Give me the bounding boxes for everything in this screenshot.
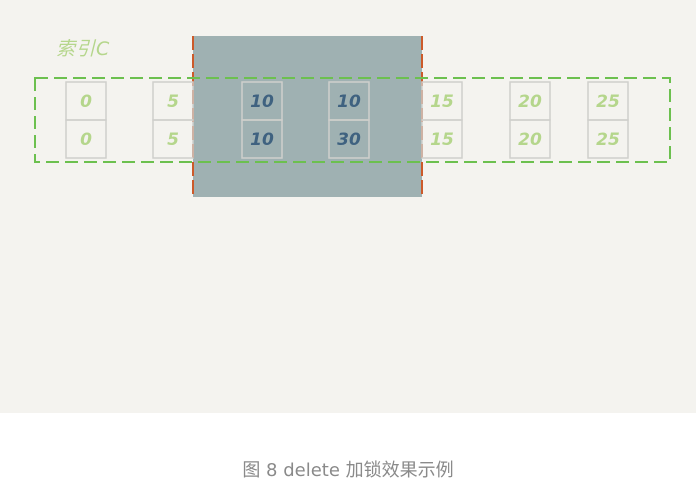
record-value-bottom: 30 xyxy=(337,130,361,150)
record-value-bottom: 20 xyxy=(518,130,542,150)
record-value-top: 25 xyxy=(596,92,620,112)
record-value-bottom: 25 xyxy=(596,130,620,150)
index-label: 索引C xyxy=(56,38,111,60)
record-value-top: 10 xyxy=(250,92,274,112)
figure-caption: 图 8 delete 加锁效果示例 xyxy=(242,460,454,481)
index-record-4: 1515 xyxy=(421,81,463,159)
locked-range-region xyxy=(193,36,422,197)
record-value-top: 5 xyxy=(167,92,179,112)
record-value-bottom: 5 xyxy=(167,130,179,150)
index-record-6: 25 25 xyxy=(587,81,629,159)
index-record-0: 00 xyxy=(65,81,107,159)
lock-diagram: 0 0 5 5 10 10 10 30 15 15 20 20 25 25 索引C xyxy=(0,0,696,413)
record-value-bottom: 0 xyxy=(80,130,92,150)
index-records: 005510101030151520202525 xyxy=(65,81,629,159)
record-value-bottom: 10 xyxy=(250,130,274,150)
index-record-5: 2020 xyxy=(509,81,551,159)
record-value-bottom: 15 xyxy=(430,130,454,150)
diagram-canvas: 005510101030151520202525 xyxy=(34,36,671,197)
record-value-top: 0 xyxy=(80,92,92,112)
record-value-top: 15 xyxy=(430,92,454,112)
record-value-top: 10 xyxy=(337,92,361,112)
record-value-top: 20 xyxy=(518,92,542,112)
index-record-1: 55 xyxy=(152,81,194,159)
